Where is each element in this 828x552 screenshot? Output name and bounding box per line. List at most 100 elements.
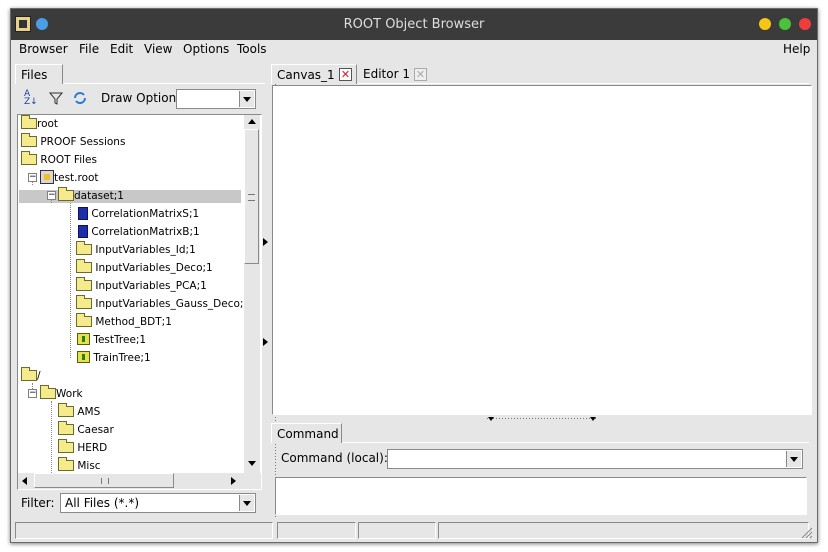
tree-item[interactable]: test.root (40, 169, 99, 187)
tree-item[interactable]: InputVariables_Gauss_Deco;1 (76, 295, 250, 313)
folder-icon (21, 115, 37, 129)
menu-browser[interactable]: Browser (19, 42, 68, 56)
status-cell (438, 522, 809, 539)
tree-item-label: Method_BDT;1 (95, 316, 172, 328)
vertical-scrollbar[interactable] (244, 115, 260, 473)
close-tab-icon[interactable]: ✕ (414, 68, 427, 81)
menu-bar: Browser File Edit View Options Tools Hel… (11, 40, 817, 60)
tree-item[interactable]: Caesar (58, 421, 114, 439)
chevron-down-icon[interactable] (786, 451, 801, 467)
folder-icon (58, 457, 74, 471)
tab-editor-1[interactable]: Editor 1 ✕ (358, 64, 430, 84)
tab-line (63, 83, 265, 84)
tree-item-label: InputVariables_PCA;1 (95, 280, 207, 292)
tree-line (51, 401, 53, 481)
tree-item-label: InputVariables_Gauss_Deco;1 (95, 298, 251, 310)
tree-item[interactable]: Method_BDT;1 (76, 313, 172, 331)
close-tab-icon[interactable]: ✕ (339, 68, 352, 81)
maximize-button[interactable] (779, 18, 791, 30)
horizontal-splitter[interactable] (487, 418, 597, 419)
ttree-icon (77, 333, 90, 345)
command-output[interactable] (275, 477, 807, 515)
tab-command-label: Command (277, 427, 339, 441)
filter-label: Filter: (21, 496, 55, 510)
tab-files[interactable]: Files (15, 64, 63, 84)
command-input[interactable] (387, 449, 803, 469)
tree-item[interactable]: InputVariables_PCA;1 (76, 277, 207, 295)
tree-item[interactable]: CorrelationMatrixS;1 (78, 205, 199, 223)
collapse-down-icon[interactable] (590, 417, 596, 421)
tree-item[interactable]: TrainTree;1 (77, 349, 151, 367)
menu-options[interactable]: Options (183, 42, 229, 56)
tree-item-label: / (37, 370, 41, 382)
scrollbar-thumb[interactable] (244, 129, 259, 264)
scroll-right-icon[interactable] (231, 477, 236, 485)
filter-value: All Files (*.*) (65, 496, 140, 510)
tree-item[interactable]: / (21, 367, 41, 385)
scrollbar-thumb[interactable] (34, 473, 174, 488)
collapse-toggle[interactable]: − (28, 389, 37, 398)
filter-select[interactable]: All Files (*.*) (60, 493, 256, 513)
tree-item[interactable]: TestTree;1 (77, 331, 146, 349)
tree-item-label: CorrelationMatrixB;1 (91, 226, 200, 238)
expand-right-icon[interactable] (263, 338, 268, 346)
folder-open-icon (21, 151, 37, 165)
folder-icon (76, 241, 92, 255)
expand-right-icon[interactable] (263, 238, 268, 246)
tree-item-label: HERD (77, 442, 108, 454)
collapse-toggle[interactable]: − (47, 191, 56, 200)
sort-icon[interactable]: A Z↓ (24, 90, 40, 108)
folder-icon (58, 421, 74, 435)
folder-icon (76, 313, 92, 327)
grip-icon (101, 478, 109, 484)
command-label: Command (local): (281, 451, 388, 465)
scroll-down-icon[interactable] (248, 461, 256, 466)
tab-canvas-1[interactable]: Canvas_1 ✕ (271, 64, 357, 84)
tree-item[interactable]: HERD (58, 439, 107, 457)
tree-item[interactable]: Work (40, 385, 83, 403)
tab-command[interactable]: Command (271, 423, 342, 443)
tab-editor-label: Editor 1 (363, 67, 410, 81)
ttree-icon (77, 351, 90, 363)
collapse-toggle[interactable]: − (28, 173, 37, 182)
scroll-left-icon[interactable] (22, 477, 27, 485)
tree-item-label: InputVariables_Deco;1 (95, 262, 213, 274)
tree-item[interactable]: PROOF Sessions (21, 133, 125, 151)
chevron-down-icon[interactable] (239, 495, 254, 511)
menu-file[interactable]: File (79, 42, 99, 56)
window-title: ROOT Object Browser (343, 17, 485, 32)
tree-item[interactable]: AMS (58, 403, 100, 421)
title-bar[interactable]: ROOT Object Browser (11, 9, 817, 40)
tree-item[interactable]: InputVariables_Id;1 (76, 241, 196, 259)
horizontal-scrollbar[interactable] (18, 473, 261, 489)
refresh-icon[interactable] (72, 90, 88, 106)
tab-files-label: Files (21, 68, 48, 82)
folder-icon (58, 439, 74, 453)
collapse-down-icon[interactable] (488, 417, 494, 421)
tree-item-selected[interactable]: dataset;1 (58, 187, 124, 205)
tree-item[interactable]: InputVariables_Deco;1 (76, 259, 213, 277)
close-button[interactable] (799, 18, 811, 30)
tree-item-label: AMS (77, 406, 101, 418)
folder-open-icon (21, 367, 37, 381)
menu-tools[interactable]: Tools (237, 42, 267, 56)
tree-item-label: Work (56, 388, 83, 400)
draw-option-select[interactable] (176, 89, 256, 109)
tree-item-label: InputVariables_Id;1 (95, 244, 196, 256)
tree-item-label: test.root (54, 172, 99, 184)
tree-item[interactable]: CorrelationMatrixB;1 (78, 223, 200, 241)
menu-edit[interactable]: Edit (110, 42, 133, 56)
scroll-up-icon[interactable] (248, 119, 256, 124)
resize-grip-icon[interactable] (801, 527, 813, 539)
folder-icon (76, 295, 92, 309)
menu-help[interactable]: Help (783, 42, 810, 56)
filter-icon[interactable] (49, 91, 63, 105)
canvas-area[interactable] (272, 85, 812, 415)
tab-line (357, 83, 809, 84)
tree-item[interactable]: root (21, 115, 58, 133)
chevron-down-icon[interactable] (239, 91, 254, 107)
menu-view[interactable]: View (144, 42, 172, 56)
minimize-button[interactable] (759, 18, 771, 30)
tree-item[interactable]: ROOT Files (21, 151, 97, 169)
file-tree[interactable]: root PROOF Sessions ROOT Files − test.ro… (17, 114, 262, 490)
